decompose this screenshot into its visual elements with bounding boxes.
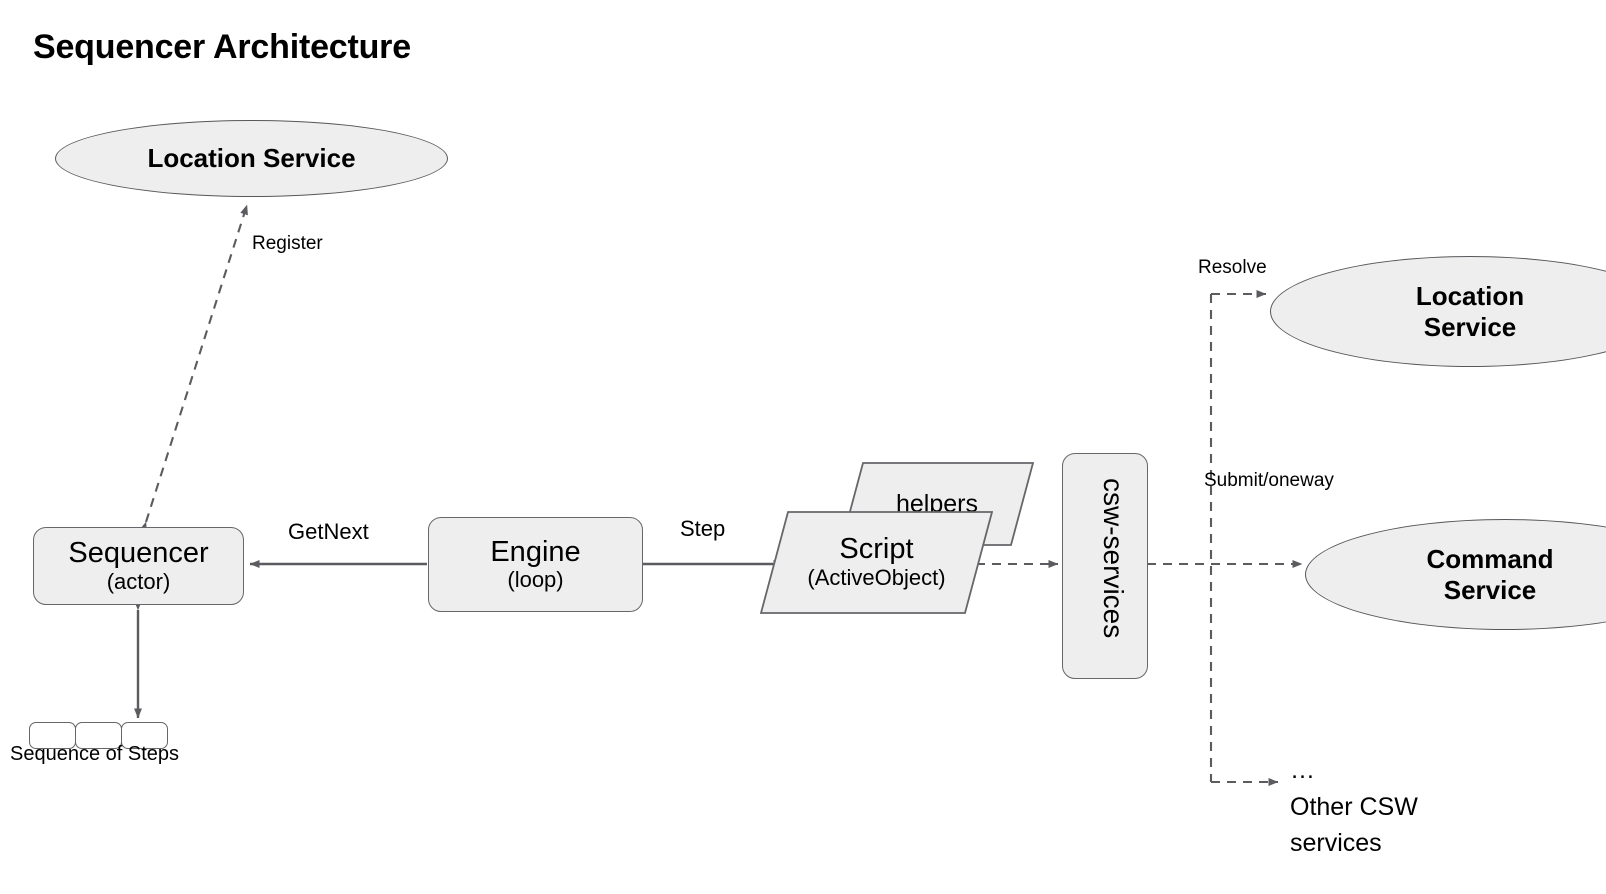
edge-register	[139, 204, 249, 533]
engine-sublabel: (loop)	[507, 567, 564, 593]
other-csw-label-2: services	[1290, 829, 1382, 858]
csw-services-label: csw-services	[1098, 478, 1129, 639]
sequencer-label: Sequencer	[68, 537, 209, 570]
node-location-service-right[interactable]: Location Service	[1270, 256, 1606, 367]
sequencer-sublabel: (actor)	[106, 568, 171, 594]
command-service-label-2: Service	[1443, 574, 1537, 605]
script-sublabel: (ActiveObject)	[807, 564, 946, 590]
edge-label-resolve: Resolve	[1198, 257, 1267, 278]
page-title: Sequencer Architecture	[33, 28, 411, 66]
command-service-label-1: Command	[1426, 543, 1554, 574]
sequence-of-steps-caption: Sequence of Steps	[10, 743, 180, 765]
edge-label-register: Register	[252, 233, 323, 254]
edge-label-step: Step	[680, 516, 726, 541]
node-command-service[interactable]: Command Service	[1305, 519, 1606, 630]
edge-label-submit-oneway: Submit/oneway	[1204, 470, 1334, 491]
location-service-right-label-1: Location	[1415, 280, 1525, 311]
node-other-csw-services: … Other CSW services	[1290, 758, 1418, 862]
location-service-left-label: Location Service	[147, 143, 356, 174]
node-location-service-left[interactable]: Location Service	[55, 120, 448, 197]
diagram-canvas: Sequencer Architecture Location Service …	[0, 0, 1606, 894]
node-script[interactable]: Script (ActiveObject)	[760, 511, 993, 614]
node-csw-services[interactable]: csw-services	[1062, 453, 1148, 679]
engine-label: Engine	[490, 535, 581, 568]
location-service-right-label-2: Service	[1423, 311, 1517, 342]
edge-label-getnext: GetNext	[288, 519, 369, 544]
node-engine[interactable]: Engine (loop)	[428, 517, 643, 612]
script-label: Script	[839, 533, 914, 566]
other-csw-label-1: Other CSW	[1290, 793, 1418, 821]
node-sequencer[interactable]: Sequencer (actor)	[33, 527, 244, 605]
other-csw-ellipsis: …	[1290, 756, 1315, 784]
